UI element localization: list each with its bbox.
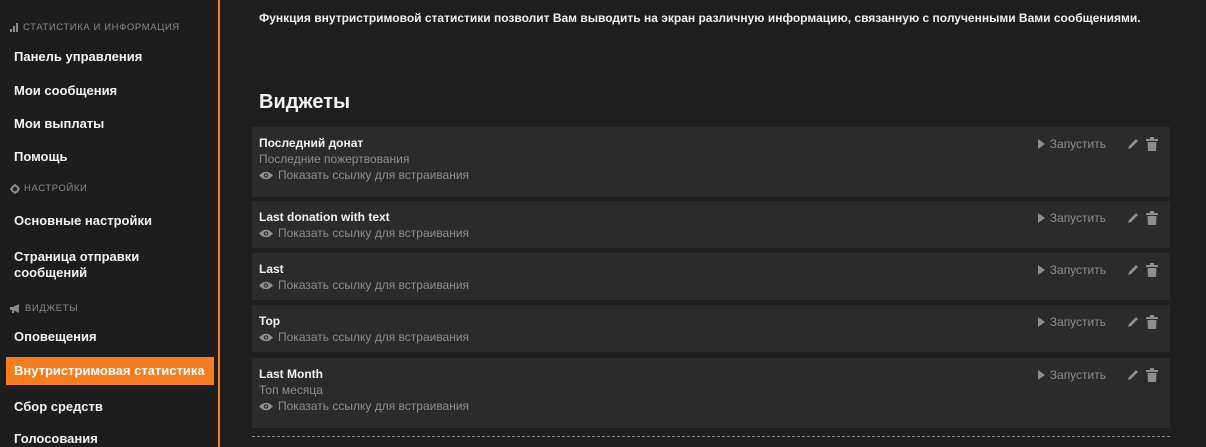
pencil-icon[interactable] (1126, 211, 1140, 225)
eye-icon (259, 229, 273, 237)
section-header-settings: НАСТРОЙКИ (10, 183, 87, 194)
trash-icon[interactable] (1146, 368, 1158, 382)
sidebar-item-messages[interactable]: Мои сообщения (6, 80, 214, 102)
widget-name: Last (259, 262, 284, 276)
embed-link-label: Показать ссылку для встраивания (278, 226, 470, 240)
embed-link-label: Показать ссылку для встраивания (278, 399, 470, 413)
run-button-label: Запустить (1049, 211, 1106, 225)
eye-icon (259, 333, 273, 341)
main-content: Функция внутристримовой статистики позво… (222, 0, 1206, 447)
widget-actions: Запустить (1037, 368, 1158, 382)
page-title: Виджеты (259, 91, 351, 113)
run-button[interactable]: Запустить (1037, 368, 1106, 382)
play-icon (1037, 317, 1045, 327)
section-header-widgets: ВИДЖЕТЫ (10, 303, 78, 314)
sidebar-item-label: Мои выплаты (14, 116, 105, 131)
widget-actions: Запустить (1037, 211, 1158, 225)
sidebar-item-alerts[interactable]: Оповещения (6, 326, 214, 348)
embed-link[interactable]: Показать ссылку для встраивания (259, 167, 1170, 183)
sidebar-item-label: Внутристримовая статистика (14, 363, 205, 378)
widget-actions: Запустить (1037, 263, 1158, 277)
sidebar-item-dashboard[interactable]: Панель управления (6, 46, 214, 68)
section-header-label: НАСТРОЙКИ (24, 183, 88, 194)
eye-icon (259, 402, 273, 410)
run-button[interactable]: Запустить (1037, 211, 1106, 225)
play-icon (1037, 265, 1045, 275)
trash-icon[interactable] (1146, 315, 1158, 329)
run-button[interactable]: Запустить (1037, 263, 1106, 277)
trash-icon[interactable] (1146, 263, 1158, 277)
section-header-label: ВИДЖЕТЫ (25, 303, 79, 314)
widget-name: Last Month (259, 367, 323, 381)
widget-name: Top (259, 314, 281, 328)
run-button-label: Запустить (1049, 137, 1106, 151)
eye-icon (259, 171, 273, 179)
trash-icon[interactable] (1146, 137, 1158, 151)
widget-subtitle: Топ месяца (259, 383, 323, 397)
sidebar-item-payouts[interactable]: Мои выплаты (6, 113, 214, 135)
sidebar-item-label: Сбор средств (14, 399, 103, 414)
megaphone-icon (10, 304, 19, 313)
gear-icon (10, 183, 20, 194)
sidebar-item-polls[interactable]: Голосования (6, 428, 214, 447)
play-icon (1037, 139, 1045, 149)
play-icon (1037, 213, 1045, 223)
play-icon (1037, 370, 1045, 380)
pencil-icon[interactable] (1126, 368, 1140, 382)
widget-subtitle: Последние пожертвования (259, 152, 410, 166)
run-button[interactable]: Запустить (1037, 315, 1106, 329)
widget-card: Last Month Топ месяца Показать ссылку дл… (252, 358, 1170, 428)
pencil-icon[interactable] (1126, 315, 1140, 329)
sidebar-item-stream-stats[interactable]: Внутристримовая статистика (6, 357, 214, 385)
widget-name: Last donation with text (259, 210, 390, 224)
sidebar-item-label: Голосования (14, 431, 98, 446)
embed-link[interactable]: Показать ссылку для встраивания (259, 225, 1170, 241)
pencil-icon[interactable] (1126, 263, 1140, 277)
sidebar-item-label: Помощь (14, 149, 68, 164)
widget-name: Последний донат (259, 136, 364, 150)
widget-actions: Запустить (1037, 315, 1158, 329)
add-widget-dropzone[interactable] (252, 436, 1170, 437)
widget-actions: Запустить (1037, 137, 1158, 151)
run-button-label: Запустить (1049, 368, 1106, 382)
embed-link-label: Показать ссылку для встраивания (278, 168, 470, 182)
sidebar-item-help[interactable]: Помощь (6, 146, 214, 168)
run-button-label: Запустить (1049, 263, 1106, 277)
run-button-label: Запустить (1049, 315, 1106, 329)
sidebar: СТАТИСТИКА И ИНФОРМАЦИЯ Панель управлени… (0, 0, 220, 447)
widget-card: Last donation with text Показать ссылку … (252, 201, 1170, 248)
embed-link[interactable]: Показать ссылку для встраивания (259, 329, 1170, 345)
sidebar-item-main-settings[interactable]: Основные настройки (6, 210, 214, 232)
eye-icon (259, 281, 273, 289)
run-button[interactable]: Запустить (1037, 137, 1106, 151)
embed-link[interactable]: Показать ссылку для встраивания (259, 277, 1170, 293)
embed-link[interactable]: Показать ссылку для встраивания (259, 398, 1170, 414)
sidebar-item-fundraising[interactable]: Сбор средств (6, 396, 214, 418)
sidebar-item-message-page[interactable]: Страница отправки сообщений (6, 245, 214, 285)
section-header-label: СТАТИСТИКА И ИНФОРМАЦИЯ (23, 22, 180, 33)
embed-link-label: Показать ссылку для встраивания (278, 330, 470, 344)
trash-icon[interactable] (1146, 211, 1158, 225)
bar-chart-icon (10, 23, 18, 32)
intro-text: Функция внутристримовой статистики позво… (259, 11, 1141, 25)
embed-link-label: Показать ссылку для встраивания (278, 278, 470, 292)
pencil-icon[interactable] (1126, 137, 1140, 151)
widget-card: Последний донат Последние пожертвования … (252, 127, 1170, 197)
section-header-stats: СТАТИСТИКА И ИНФОРМАЦИЯ (10, 22, 180, 33)
sidebar-item-label: Основные настройки (14, 213, 152, 228)
sidebar-item-label: Оповещения (14, 329, 97, 344)
sidebar-item-label: Страница отправки сообщений (14, 249, 140, 280)
sidebar-item-label: Панель управления (14, 49, 143, 64)
sidebar-item-label: Мои сообщения (14, 83, 118, 98)
widget-card: Top Показать ссылку для встраивания Запу… (252, 305, 1170, 352)
widget-card: Last Показать ссылку для встраивания Зап… (252, 253, 1170, 300)
